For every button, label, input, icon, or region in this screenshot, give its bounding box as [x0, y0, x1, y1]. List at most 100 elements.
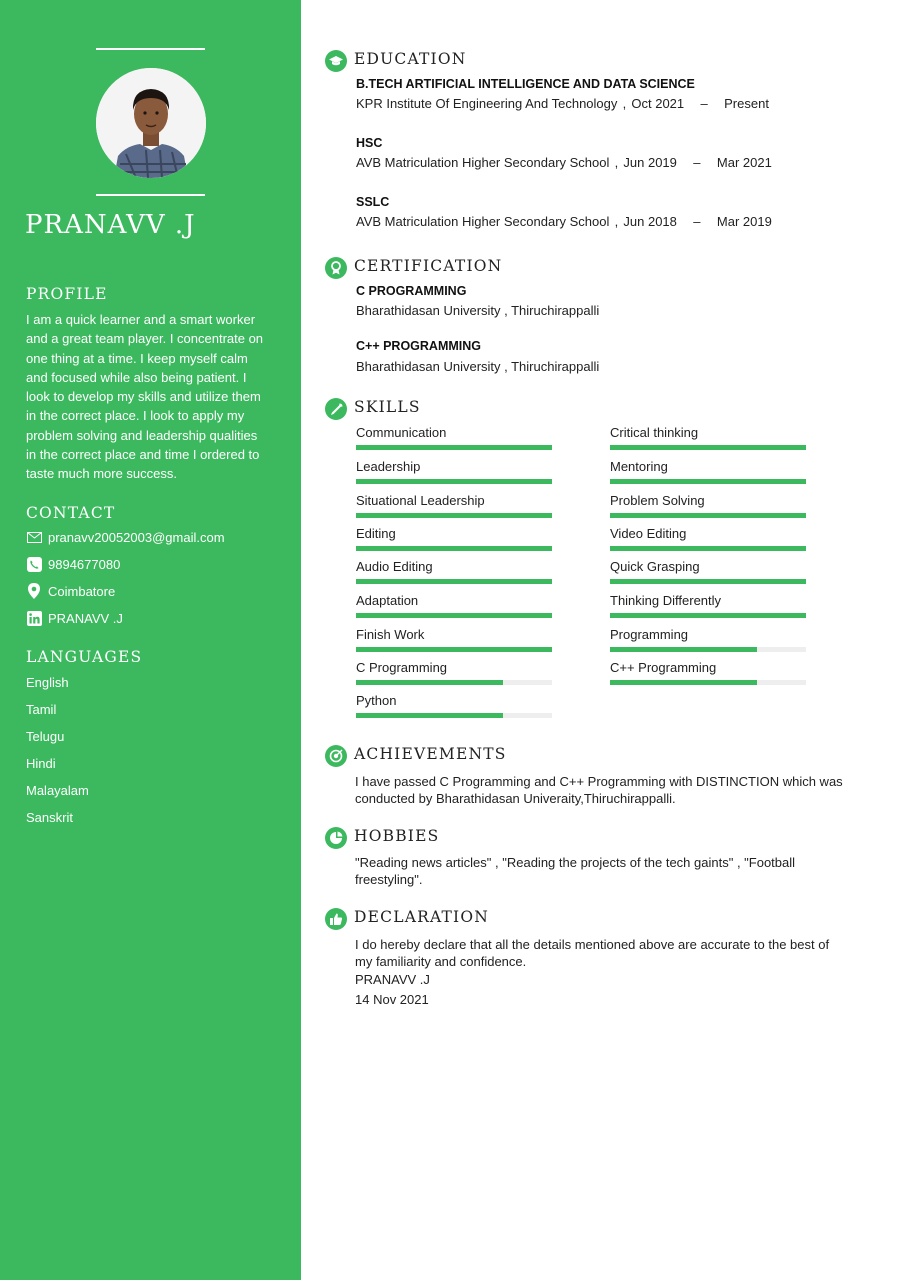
skill-item: Critical thinking [610, 425, 806, 453]
hobbies-line: freestyling". [355, 872, 423, 887]
skill-name: C++ Programming [610, 660, 717, 675]
contact-linkedin[interactable]: PRANAVV .J [26, 609, 123, 627]
contact-email[interactable]: pranavv20052003@gmail.com [26, 528, 225, 546]
target-icon [325, 745, 347, 767]
education-degree: HSC [356, 136, 383, 150]
skill-bar-fill [356, 445, 552, 450]
skill-bar [610, 613, 806, 618]
skill-item: Finish Work [356, 627, 552, 655]
skill-bar-fill [356, 713, 503, 718]
skill-name: Leadership [356, 459, 421, 474]
skill-item: Adaptation [356, 593, 552, 621]
declaration-heading: DECLARATION [354, 908, 490, 926]
skill-bar [356, 613, 552, 618]
skill-item: Leadership [356, 459, 552, 487]
skill-bar-fill [356, 613, 552, 618]
skill-bar-fill [610, 647, 757, 652]
linkedin-icon [26, 610, 42, 626]
languages-heading: LANGUAGES [26, 648, 143, 666]
profile-line: and a great team player. I concentrate o… [26, 331, 264, 347]
skill-bar [356, 445, 552, 450]
profile-line: in the correct place. I look to apply my [26, 408, 245, 424]
declaration-signature: PRANAVV .J [355, 972, 430, 987]
certification-title: C PROGRAMMING [356, 284, 467, 298]
hobbies-heading: HOBBIES [354, 827, 440, 845]
skill-bar [356, 479, 552, 484]
skill-name: Communication [356, 425, 447, 440]
phone-icon [26, 556, 42, 572]
profile-line: taste much more success. [26, 466, 177, 482]
certification-heading: CERTIFICATION [354, 257, 503, 275]
mail-icon [26, 529, 42, 545]
contact-phone[interactable]: 9894677080 [26, 555, 120, 573]
profile-summary: I am a quick learner and a smart worker … [26, 310, 286, 484]
skill-bar [610, 445, 806, 450]
contact-email-text: pranavv20052003@gmail.com [48, 529, 225, 545]
skill-name: C Programming [356, 660, 448, 675]
skill-item: Thinking Differently [610, 593, 806, 621]
education-degree: B.TECH ARTIFICIAL INTELLIGENCE AND DATA … [356, 77, 695, 91]
skill-name: Problem Solving [610, 493, 705, 508]
skill-bar-fill [610, 613, 806, 618]
skill-bar [610, 680, 806, 685]
skill-item: Video Editing [610, 526, 806, 554]
skill-bar-fill [610, 479, 806, 484]
skill-bar [356, 647, 552, 652]
achievements-heading: ACHIEVEMENTS [354, 745, 507, 763]
skill-bar [610, 647, 806, 652]
skill-name: Video Editing [610, 526, 687, 541]
education-end-date: Mar 2019 [716, 214, 772, 229]
education-details: KPR Institute Of Engineering And Technol… [356, 96, 769, 111]
achievements-line: I have passed C Programming and C++ Prog… [355, 774, 843, 789]
skill-bar-fill [610, 513, 806, 518]
skill-name: Programming [610, 627, 689, 642]
education-school: AVB Matriculation Higher Secondary Schoo… [356, 214, 610, 229]
skill-item: Programming [610, 627, 806, 655]
skill-name: Editing [356, 526, 396, 541]
skill-name: Audio Editing [356, 559, 433, 574]
skill-bar-fill [356, 579, 552, 584]
divider [96, 194, 205, 196]
date-separator: – [700, 96, 708, 111]
education-end-date: Present [724, 96, 769, 111]
date-separator: – [693, 155, 701, 170]
pie-chart-icon [325, 827, 347, 849]
candidate-name: PRANAVV .J [25, 210, 196, 240]
skill-name: Thinking Differently [610, 593, 722, 608]
skill-item: Editing [356, 526, 552, 554]
skill-bar [610, 479, 806, 484]
education-degree: SSLC [356, 195, 390, 209]
skill-name: Critical thinking [610, 425, 699, 440]
hobbies-line: "Reading news articles" , "Reading the p… [355, 855, 796, 870]
skill-bar-fill [356, 680, 503, 685]
education-school: KPR Institute Of Engineering And Technol… [356, 96, 618, 111]
certification-issuer: Bharathidasan University , Thiruchirappa… [356, 303, 600, 318]
skill-bar [610, 579, 806, 584]
language-item: Tamil [26, 702, 57, 717]
profile-line: look to develop my skills and utilize th… [26, 389, 261, 405]
achievements-text: I have passed C Programming and C++ Prog… [355, 773, 875, 807]
avatar [96, 68, 206, 178]
language-item: English [26, 675, 69, 690]
skill-item: Situational Leadership [356, 493, 552, 521]
skill-item: Python [356, 693, 552, 721]
skill-bar [356, 713, 552, 718]
education-start-date: Oct 2021 [631, 96, 685, 111]
profile-line: in the correct place and time I ordered … [26, 447, 260, 463]
skill-bar-fill [610, 579, 806, 584]
skill-name: Finish Work [356, 627, 425, 642]
contact-location: Coimbatore [26, 582, 115, 600]
skill-bar-fill [356, 513, 552, 518]
declaration-line: I do hereby declare that all the details… [355, 937, 830, 952]
thumbs-up-icon [325, 908, 347, 930]
declaration-text: I do hereby declare that all the details… [355, 936, 875, 970]
skill-bar-fill [356, 647, 552, 652]
sidebar: PRANAVV .J PROFILE I am a quick learner … [0, 0, 301, 1280]
hobbies-text: "Reading news articles" , "Reading the p… [355, 854, 875, 888]
award-icon [325, 257, 347, 279]
skill-item: Audio Editing [356, 559, 552, 587]
language-item: Hindi [26, 756, 56, 771]
skill-bar-fill [610, 445, 806, 450]
skill-bar-fill [610, 680, 757, 685]
skill-name: Mentoring [610, 459, 668, 474]
